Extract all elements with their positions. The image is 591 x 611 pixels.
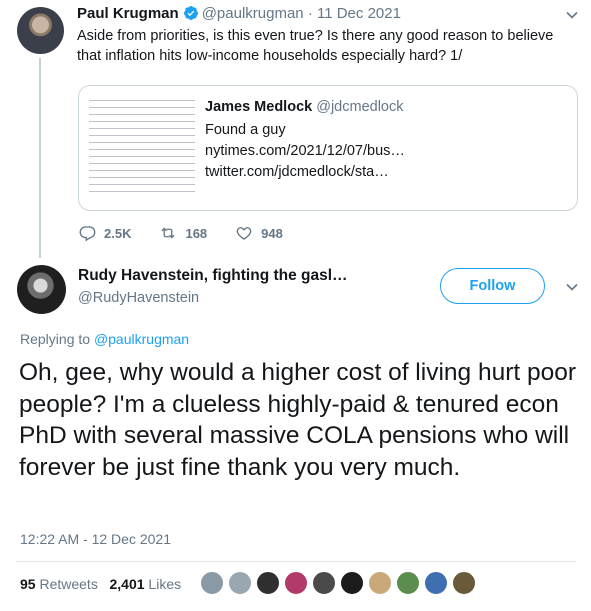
verified-icon bbox=[183, 6, 198, 20]
parent-action-bar: 2.5K 168 948 bbox=[78, 222, 311, 244]
main-avatar[interactable] bbox=[17, 265, 66, 314]
reply-count: 2.5K bbox=[104, 225, 132, 241]
liker-avatar[interactable] bbox=[228, 571, 252, 595]
likes-label: Likes bbox=[144, 576, 182, 592]
main-tweet-text: Oh, gee, why would a higher cost of livi… bbox=[19, 359, 577, 481]
quoted-text-line: Found a guy bbox=[205, 122, 286, 138]
main-handle[interactable]: @RudyHavenstein bbox=[78, 290, 199, 306]
follow-button[interactable]: Follow bbox=[440, 268, 545, 304]
parent-handle[interactable]: @paulkrugman bbox=[202, 5, 304, 22]
retweet-action[interactable]: 168 bbox=[159, 224, 207, 242]
retweets-stat[interactable]: 95 Retweets bbox=[20, 576, 98, 592]
retweets-count: 95 bbox=[20, 576, 36, 592]
likes-stat[interactable]: 2,401 Likes bbox=[110, 576, 182, 592]
liker-avatar[interactable] bbox=[200, 571, 224, 595]
parent-author-name[interactable]: Paul Krugman bbox=[77, 5, 179, 22]
engagement-stats: 95 Retweets 2,401 Likes bbox=[20, 576, 181, 592]
reply-action[interactable]: 2.5K bbox=[78, 224, 131, 242]
quoted-link-nytimes[interactable]: nytimes.com/2021/12/07/bus… bbox=[205, 143, 405, 159]
parent-date[interactable]: 11 Dec 2021 bbox=[317, 5, 401, 22]
retweet-icon bbox=[161, 227, 175, 239]
liker-avatar[interactable] bbox=[368, 571, 392, 595]
liker-avatar[interactable] bbox=[452, 571, 476, 595]
main-author-name[interactable]: Rudy Havenstein, fighting the gasl… bbox=[78, 267, 348, 285]
likes-count: 2,401 bbox=[109, 576, 145, 592]
heart-icon bbox=[236, 227, 252, 240]
like-count: 948 bbox=[261, 225, 283, 241]
parent-tweet[interactable]: Paul Krugman @paulkrugman · 11 Dec 2021 A… bbox=[0, 0, 591, 258]
thread-connector bbox=[39, 58, 41, 258]
liker-avatars bbox=[200, 571, 480, 595]
liker-avatar[interactable] bbox=[256, 571, 280, 595]
replying-prefix: Replying to bbox=[20, 331, 94, 347]
parent-avatar[interactable] bbox=[17, 7, 64, 54]
replying-handle-link[interactable]: @paulkrugman bbox=[94, 331, 189, 347]
liker-avatar[interactable] bbox=[340, 571, 364, 595]
liker-avatar[interactable] bbox=[424, 571, 448, 595]
chevron-down-icon[interactable] bbox=[565, 8, 579, 22]
quoted-author-name: James Medlock bbox=[205, 99, 313, 115]
divider bbox=[16, 561, 576, 562]
quoted-handle: @jdcmedlock bbox=[316, 99, 404, 115]
reply-icon bbox=[79, 226, 96, 242]
separator-dot: · bbox=[307, 5, 313, 22]
parent-tweet-text: Aside from priorities, is this even true… bbox=[77, 28, 554, 64]
quoted-header: James Medlock @jdcmedlock bbox=[205, 99, 403, 115]
quoted-image-thumbnail[interactable] bbox=[89, 100, 195, 198]
replying-to: Replying to @paulkrugman bbox=[20, 331, 189, 347]
quoted-link-twitter[interactable]: twitter.com/jdcmedlock/sta… bbox=[205, 164, 389, 180]
like-action[interactable]: 948 bbox=[235, 224, 283, 242]
liker-avatar[interactable] bbox=[396, 571, 420, 595]
liker-avatar[interactable] bbox=[284, 571, 308, 595]
retweets-label: Retweets bbox=[35, 576, 98, 592]
liker-avatar[interactable] bbox=[312, 571, 336, 595]
retweet-count: 168 bbox=[185, 225, 208, 241]
parent-header: Paul Krugman @paulkrugman · 11 Dec 2021 bbox=[77, 5, 401, 22]
main-timestamp[interactable]: 12:22 AM - 12 Dec 2021 bbox=[20, 531, 171, 547]
quoted-tweet[interactable]: James Medlock @jdcmedlock Found a guy ny… bbox=[78, 85, 578, 211]
chevron-down-icon[interactable] bbox=[565, 280, 579, 294]
